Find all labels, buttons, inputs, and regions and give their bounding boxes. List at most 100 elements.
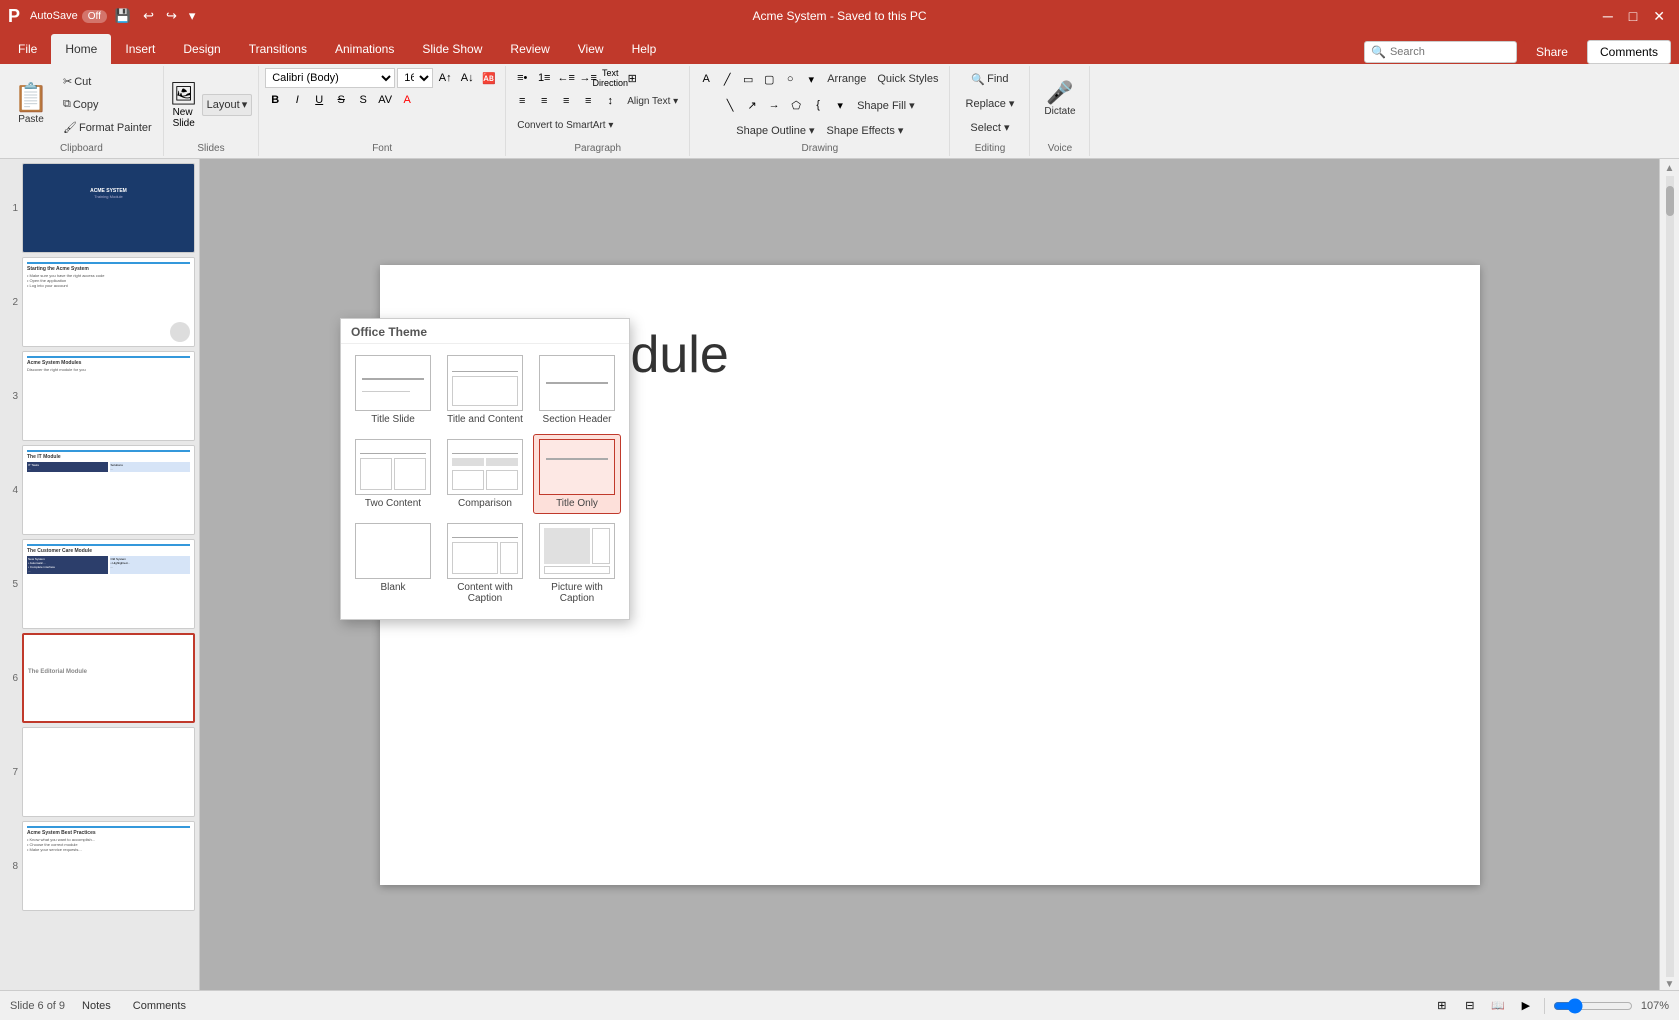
align-left-button[interactable]: ≡ — [512, 91, 532, 111]
shape-arrow[interactable]: → — [764, 95, 784, 115]
layout-item-two-content[interactable]: Two Content — [349, 434, 437, 514]
search-input[interactable] — [1390, 46, 1510, 58]
dictate-button[interactable]: 🎤 Dictate — [1038, 68, 1082, 128]
slide-item-5[interactable]: 5 The Customer Care Module New System• A… — [4, 539, 195, 629]
font-size-select[interactable]: 16 — [397, 68, 433, 88]
slide-thumb-1[interactable]: ACME SYSTEM Training Module — [22, 163, 195, 253]
scroll-up-button[interactable]: ▲ — [1665, 163, 1675, 174]
autosave-toggle[interactable]: Off — [82, 10, 107, 23]
slide-thumb-4[interactable]: The IT Module IT Tasks... Solutions... — [22, 445, 195, 535]
comments-status-button[interactable]: Comments — [128, 995, 191, 1017]
maximize-button[interactable]: □ — [1623, 6, 1643, 26]
ribbon-search-box[interactable]: 🔍 — [1364, 41, 1517, 63]
comments-button[interactable]: Comments — [1587, 40, 1671, 64]
increase-font-button[interactable]: A↑ — [435, 68, 455, 88]
slide-item-6[interactable]: 6 The Editorial Module — [4, 633, 195, 723]
clear-format-button[interactable]: 🆎 — [479, 68, 499, 88]
paste-button[interactable]: 📋 Paste — [6, 68, 56, 138]
quick-styles-button[interactable]: Quick Styles — [872, 68, 943, 90]
slide-item-4[interactable]: 4 The IT Module IT Tasks... Solutions... — [4, 445, 195, 535]
slide-thumb-6[interactable]: The Editorial Module — [22, 633, 195, 723]
columns-button[interactable]: ⊞ — [622, 68, 642, 88]
layout-item-comparison[interactable]: Comparison — [441, 434, 529, 514]
char-spacing-button[interactable]: AV — [375, 90, 395, 110]
shape-fill-button[interactable]: Shape Fill ▾ — [852, 94, 920, 116]
bullets-button[interactable]: ≡• — [512, 68, 532, 88]
tab-animations[interactable]: Animations — [321, 34, 408, 64]
scroll-down-button[interactable]: ▼ — [1665, 979, 1675, 990]
slide-item-3[interactable]: 3 Acme System Modules Discover the right… — [4, 351, 195, 441]
tab-design[interactable]: Design — [169, 34, 234, 64]
layout-item-blank[interactable]: Blank — [349, 518, 437, 609]
shape-ellipse[interactable]: ○ — [780, 69, 800, 89]
arrange-button[interactable]: Arrange — [822, 68, 871, 90]
layout-item-picture-caption[interactable]: Picture with Caption — [533, 518, 621, 609]
close-button[interactable]: ✕ — [1647, 6, 1671, 27]
tab-review[interactable]: Review — [496, 34, 563, 64]
shape-bracket[interactable]: { — [808, 95, 828, 115]
convert-smartart-button[interactable]: Convert to SmartArt ▾ — [512, 114, 618, 136]
layout-item-title-slide[interactable]: Title Slide — [349, 350, 437, 430]
tab-home[interactable]: Home — [51, 34, 111, 64]
new-slide-button[interactable]: 🖼 NewSlide — [170, 81, 198, 129]
replace-button[interactable]: Replace ▾ — [961, 92, 1020, 114]
align-text-button[interactable]: Align Text ▾ — [622, 90, 683, 112]
strikethrough-button[interactable]: S — [331, 90, 351, 110]
tab-slideshow[interactable]: Slide Show — [408, 34, 496, 64]
shape-more[interactable]: ▾ — [801, 69, 821, 89]
save-button[interactable]: 💾 — [111, 6, 135, 26]
undo-button[interactable]: ↩ — [139, 6, 158, 26]
minimize-button[interactable]: ─ — [1597, 6, 1619, 26]
select-button[interactable]: Select ▾ — [965, 116, 1014, 138]
shape-connector[interactable]: ↗ — [742, 95, 762, 115]
line-spacing-button[interactable]: ↕ — [600, 91, 620, 111]
customize-qa-button[interactable]: ▾ — [185, 6, 200, 26]
decrease-font-button[interactable]: A↓ — [457, 68, 477, 88]
decrease-indent-button[interactable]: ←≡ — [556, 68, 576, 88]
shape-line[interactable]: ╱ — [717, 69, 737, 89]
reading-view-button[interactable]: 📖 — [1488, 996, 1508, 1016]
find-button[interactable]: 🔍 Find — [966, 68, 1013, 90]
shape-text-box[interactable]: A — [696, 69, 716, 89]
bold-button[interactable]: B — [265, 90, 285, 110]
slide-item-7[interactable]: 7 — [4, 727, 195, 817]
slide-item-1[interactable]: 1 ACME SYSTEM Training Module — [4, 163, 195, 253]
tab-help[interactable]: Help — [618, 34, 671, 64]
justify-button[interactable]: ≡ — [578, 91, 598, 111]
copy-button[interactable]: ⧉ Copy — [58, 94, 157, 116]
shape-eq[interactable]: ⬠ — [786, 95, 806, 115]
align-right-button[interactable]: ≡ — [556, 91, 576, 111]
slide-thumb-8[interactable]: Acme System Best Practices • Know what y… — [22, 821, 195, 911]
slide-sorter-button[interactable]: ⊟ — [1460, 996, 1480, 1016]
font-family-select[interactable]: Calibri (Body) — [265, 68, 395, 88]
scroll-thumb[interactable] — [1666, 186, 1674, 216]
normal-view-button[interactable]: ⊞ — [1432, 996, 1452, 1016]
redo-button[interactable]: ↪ — [162, 6, 181, 26]
shadow-button[interactable]: S — [353, 90, 373, 110]
notes-button[interactable]: Notes — [77, 995, 116, 1017]
slide-thumb-5[interactable]: The Customer Care Module New System• Aut… — [22, 539, 195, 629]
underline-button[interactable]: U — [309, 90, 329, 110]
zoom-slider[interactable] — [1553, 998, 1633, 1014]
shape-rect[interactable]: ▭ — [738, 69, 758, 89]
shape-more-3[interactable]: ▾ — [830, 95, 850, 115]
share-button[interactable]: Share — [1523, 40, 1581, 64]
cut-button[interactable]: ✂ Cut — [58, 71, 157, 93]
layout-item-title-only[interactable]: Title Only — [533, 434, 621, 514]
tab-insert[interactable]: Insert — [111, 34, 169, 64]
slide-thumb-2[interactable]: Starting the Acme System • Make sure you… — [22, 257, 195, 347]
layout-button[interactable]: Layout ▾ — [202, 94, 253, 116]
slideshow-view-button[interactable]: ▶ — [1516, 996, 1536, 1016]
slides-scroll[interactable]: 1 ACME SYSTEM Training Module 2 Starting… — [4, 163, 195, 986]
format-painter-button[interactable]: 🖌 Format Painter — [58, 117, 157, 139]
slide-thumb-7[interactable] — [22, 727, 195, 817]
tab-transitions[interactable]: Transitions — [235, 34, 321, 64]
layout-item-title-content[interactable]: Title and Content — [441, 350, 529, 430]
slide-item-8[interactable]: 8 Acme System Best Practices • Know what… — [4, 821, 195, 911]
layout-item-content-caption[interactable]: Content with Caption — [441, 518, 529, 609]
slide-thumb-3[interactable]: Acme System Modules Discover the right m… — [22, 351, 195, 441]
slide-item-2[interactable]: 2 Starting the Acme System • Make sure y… — [4, 257, 195, 347]
shape-more-2[interactable]: ╲ — [720, 95, 740, 115]
align-center-button[interactable]: ≡ — [534, 91, 554, 111]
shape-outline-button[interactable]: Shape Outline ▾ — [731, 119, 819, 141]
